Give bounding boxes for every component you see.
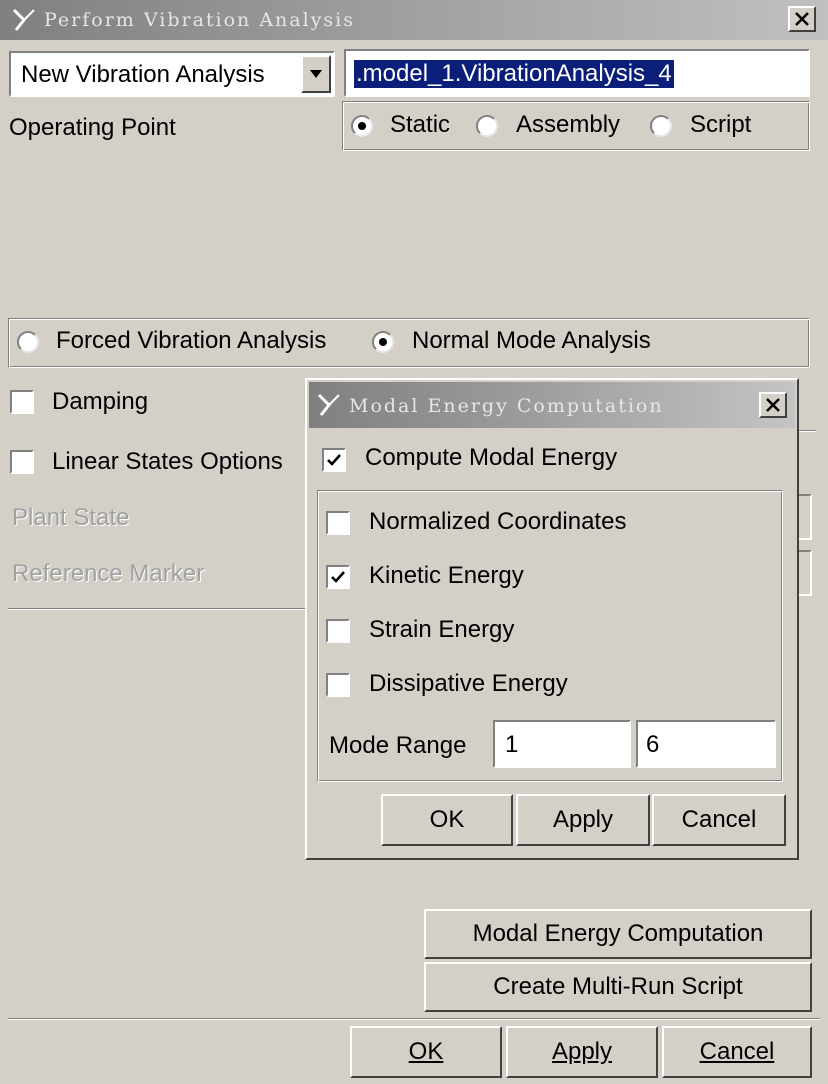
close-icon — [766, 398, 780, 412]
close-button[interactable] — [788, 6, 816, 32]
mode-range-to-value: 6 — [646, 731, 660, 758]
analysis-select[interactable]: New Vibration Analysis — [9, 51, 335, 97]
dissipative-energy-label: Dissipative Energy — [369, 670, 568, 697]
operating-point-group: Static Assembly Script — [342, 101, 810, 151]
analysis-type-group: Forced Vibration Analysis Normal Mode An… — [8, 318, 810, 368]
kinetic-energy-label: Kinetic Energy — [369, 562, 524, 589]
mode-range-from-input[interactable]: 1 — [493, 720, 631, 768]
reference-marker-label: Reference Marker — [12, 560, 205, 587]
script-radio[interactable] — [650, 115, 672, 137]
plant-state-label: Plant State — [12, 504, 130, 531]
chevron-down-icon — [310, 70, 322, 78]
app-logo-icon — [317, 393, 340, 416]
damping-checkbox[interactable] — [10, 390, 34, 414]
app-logo-icon — [12, 8, 35, 31]
separator — [8, 1018, 820, 1020]
mode-range-label: Mode Range — [329, 732, 467, 759]
ok-button[interactable]: OK — [350, 1026, 502, 1078]
analysis-select-value: New Vibration Analysis — [21, 61, 265, 88]
static-radio[interactable] — [351, 115, 373, 137]
separator — [798, 430, 816, 432]
static-label: Static — [390, 111, 451, 138]
linear-states-label: Linear States Options — [52, 448, 283, 475]
ok-button-label: OK — [408, 1038, 444, 1065]
script-label: Script — [690, 111, 752, 138]
create-multi-run-script-button[interactable]: Create Multi-Run Script — [424, 962, 812, 1012]
linear-states-checkbox[interactable] — [10, 450, 34, 474]
checkmark-icon — [331, 571, 345, 583]
separator — [8, 608, 308, 610]
dialog-title: Modal Energy Computation — [349, 395, 664, 417]
dialog-cancel-button[interactable]: Cancel — [652, 794, 786, 846]
dropdown-button[interactable] — [301, 55, 331, 93]
modal-energy-computation-button[interactable]: Modal Energy Computation — [424, 909, 812, 959]
apply-button[interactable]: Apply — [506, 1026, 658, 1078]
mode-range-from-value: 1 — [505, 731, 519, 758]
normalized-coordinates-label: Normalized Coordinates — [369, 508, 627, 535]
assembly-label: Assembly — [516, 111, 621, 138]
close-icon — [795, 12, 809, 26]
operating-point-label: Operating Point — [9, 114, 176, 141]
kinetic-energy-checkbox[interactable] — [326, 565, 350, 589]
title-bar: Perform Vibration Analysis — [0, 0, 828, 40]
cancel-button[interactable]: Cancel — [662, 1026, 812, 1078]
normal-mode-label: Normal Mode Analysis — [412, 327, 651, 354]
normalized-coordinates-checkbox[interactable] — [326, 511, 350, 535]
forced-vibration-label: Forced Vibration Analysis — [56, 327, 327, 354]
analysis-name-field[interactable]: .model_1.VibrationAnalysis_4 — [344, 49, 810, 97]
dialog-close-button[interactable] — [759, 392, 787, 418]
cancel-button-label: Cancel — [699, 1038, 775, 1065]
checkmark-icon — [327, 454, 341, 466]
assembly-radio[interactable] — [476, 115, 498, 137]
strain-energy-checkbox[interactable] — [326, 619, 350, 643]
compute-modal-energy-checkbox[interactable] — [322, 448, 346, 472]
compute-modal-energy-label: Compute Modal Energy — [365, 444, 618, 471]
damping-label: Damping — [52, 388, 149, 415]
dissipative-energy-checkbox[interactable] — [326, 673, 350, 697]
window-title: Perform Vibration Analysis — [44, 9, 356, 31]
modal-energy-dialog: Modal Energy Computation Compute Modal E… — [305, 378, 799, 860]
dialog-apply-button[interactable]: Apply — [516, 794, 650, 846]
dialog-title-bar: Modal Energy Computation — [309, 382, 795, 428]
apply-button-label: Apply — [551, 1038, 613, 1065]
analysis-name-value: .model_1.VibrationAnalysis_4 — [354, 60, 674, 88]
normal-mode-radio[interactable] — [372, 331, 394, 353]
forced-vibration-radio[interactable] — [17, 331, 39, 353]
energy-options-group: Normalized Coordinates Kinetic Energy St… — [317, 490, 783, 782]
mode-range-to-input[interactable]: 6 — [636, 720, 776, 768]
dialog-ok-button[interactable]: OK — [381, 794, 513, 846]
strain-energy-label: Strain Energy — [369, 616, 515, 643]
